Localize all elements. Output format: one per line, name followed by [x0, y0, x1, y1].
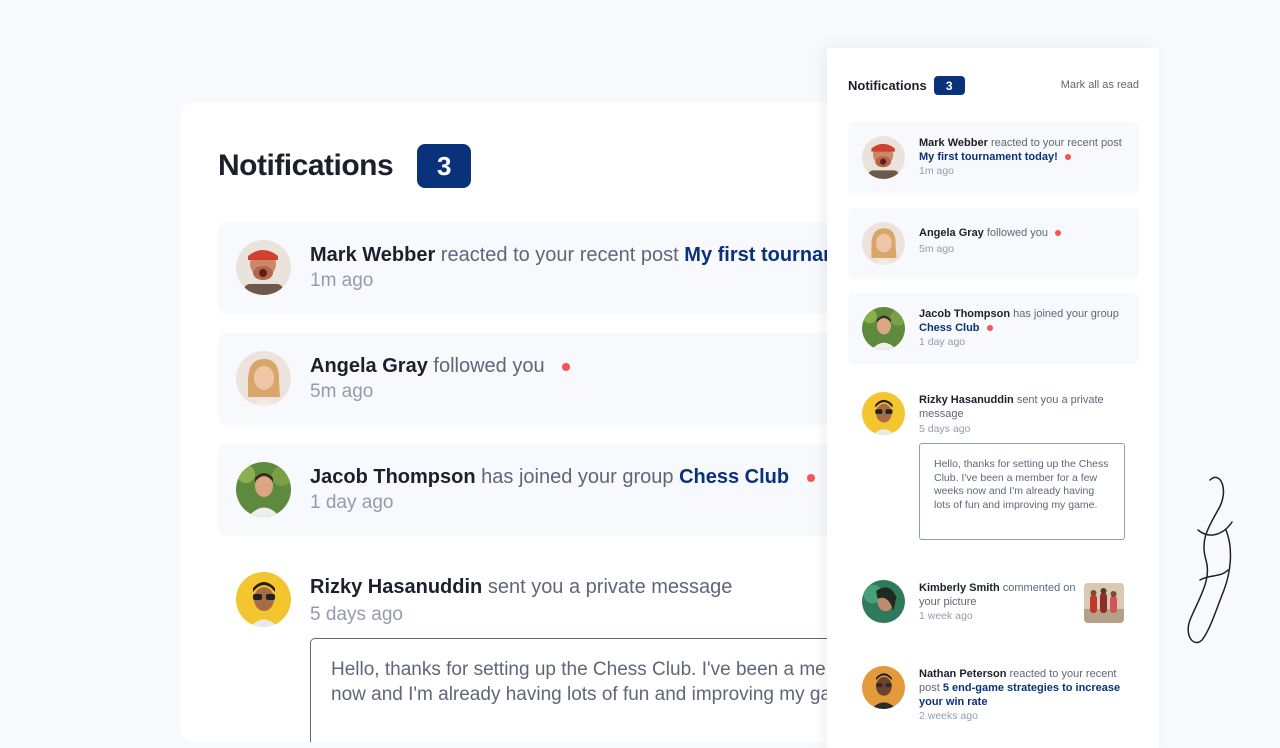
timestamp: 5 days ago: [919, 423, 971, 435]
avatar[interactable]: [236, 240, 291, 295]
commented-picture-thumbnail[interactable]: [1084, 583, 1124, 623]
user-name[interactable]: Mark Webber: [919, 137, 988, 149]
avatar[interactable]: [236, 351, 291, 406]
avatar[interactable]: [862, 580, 905, 623]
unread-count-badge: 3: [933, 76, 965, 95]
message-line: Hello, thanks for setting up the Chess C…: [331, 659, 880, 680]
user-name[interactable]: Mark Webber: [310, 244, 435, 266]
notifications-header: Notifications 3: [218, 144, 472, 188]
private-message-preview[interactable]: Hello, thanks for setting up the Chess C…: [919, 443, 1125, 540]
mark-all-read-button[interactable]: Mark all as read: [1061, 79, 1139, 91]
notification-item[interactable]: Nathan Peterson reacted to your recent p…: [848, 653, 1139, 743]
notification-item[interactable]: Angela Gray followed you 5m ago: [848, 208, 1139, 279]
unread-dot: [1064, 154, 1071, 161]
private-message-preview[interactable]: Hello, thanks for setting up the Chess C…: [310, 638, 880, 742]
user-name[interactable]: Jacob Thompson: [310, 466, 476, 488]
notifications-panel-mobile: Notifications 3 Mark all as read Mark We…: [827, 48, 1159, 748]
user-name[interactable]: Jacob Thompson: [919, 308, 1010, 320]
panel-title: Notifications: [848, 78, 927, 93]
page-title: Notifications: [218, 149, 394, 182]
avatar[interactable]: [862, 307, 905, 350]
avatar[interactable]: [862, 392, 905, 435]
signature-scribble: [1187, 476, 1233, 644]
unread-dot: [1055, 230, 1062, 237]
notification-item[interactable]: Jacob Thompson has joined your group Che…: [218, 444, 858, 536]
timestamp: 5m ago: [310, 381, 374, 402]
unread-count-badge: 3: [417, 144, 472, 188]
group-link[interactable]: Chess Club: [679, 466, 789, 488]
action-text: reacted to your recent post: [440, 244, 679, 266]
notification-item[interactable]: Angela Gray followed you 5m ago: [218, 333, 858, 425]
post-link[interactable]: My first tournament today!: [919, 151, 1058, 163]
unread-dot: [562, 362, 571, 371]
user-name[interactable]: Nathan Peterson: [919, 668, 1006, 680]
timestamp: 5 days ago: [310, 604, 403, 625]
user-name[interactable]: Rizky Hasanuddin: [310, 576, 482, 598]
timestamp: 1 week ago: [919, 610, 973, 622]
user-name[interactable]: Angela Gray: [919, 227, 984, 239]
timestamp: 1m ago: [310, 270, 374, 291]
unread-dot: [806, 473, 815, 482]
timestamp: 2 weeks ago: [919, 710, 978, 722]
action-text: has joined your group: [481, 466, 674, 488]
avatar[interactable]: [862, 666, 905, 709]
avatar[interactable]: [236, 572, 291, 627]
panel-header: Notifications 3: [848, 76, 965, 95]
timestamp: 1 day ago: [919, 336, 966, 348]
timestamp: 1 day ago: [310, 492, 394, 513]
action-text: has joined your group: [1013, 308, 1119, 320]
unread-dot: [986, 325, 993, 332]
message-line: now and I'm already having lots of fun a…: [331, 684, 863, 705]
timestamp: 5m ago: [919, 243, 955, 255]
user-name[interactable]: Angela Gray: [310, 355, 428, 377]
action-text: reacted to your recent post: [990, 137, 1122, 149]
user-name[interactable]: Kimberly Smith: [919, 582, 1000, 594]
avatar[interactable]: [862, 222, 905, 265]
action-text: followed you: [986, 227, 1049, 239]
avatar[interactable]: [236, 462, 291, 517]
post-link[interactable]: 5 end-game strategies to increase your w…: [919, 682, 1120, 708]
timestamp: 1m ago: [919, 165, 955, 177]
notification-item[interactable]: Mark Webber reacted to your recent post …: [218, 222, 880, 314]
action-text: followed you: [433, 355, 545, 377]
avatar[interactable]: [862, 136, 905, 179]
notification-item[interactable]: Mark Webber reacted to your recent post …: [848, 122, 1139, 193]
notifications-card-large: Notifications 3 Mark Webber reacted to y…: [180, 102, 880, 742]
action-text: sent you a private message: [487, 576, 733, 598]
group-link[interactable]: Chess Club: [919, 322, 980, 334]
user-name[interactable]: Rizky Hasanuddin: [919, 394, 1014, 406]
notification-item[interactable]: Jacob Thompson has joined your group Che…: [848, 293, 1139, 364]
